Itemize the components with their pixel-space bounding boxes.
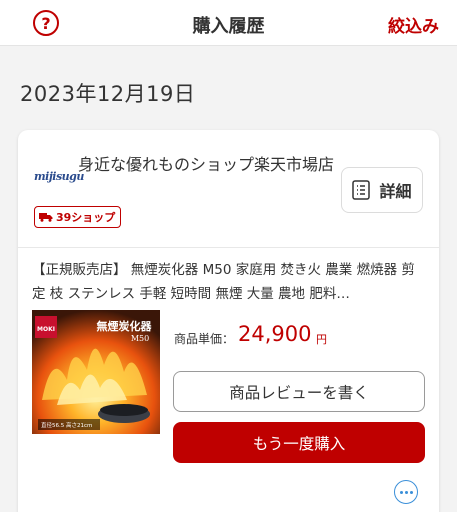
shop-logo: mijisugu bbox=[34, 165, 84, 185]
product-image-name: 無煙炭化器 bbox=[97, 319, 153, 333]
more-dot bbox=[399, 490, 403, 494]
shop-39-badge-label: 39ショップ bbox=[56, 211, 116, 224]
more-dot bbox=[409, 490, 413, 494]
product-photo: MOKI 無煙炭化器 M50 直径56.5 高さ21cm bbox=[32, 310, 160, 434]
unit-price: 24,900 bbox=[238, 322, 312, 346]
order-date: 2023年12月19日 bbox=[20, 82, 196, 106]
product-image-spec: 直径56.5 高さ21cm bbox=[41, 421, 92, 429]
product-image-brand: MOKI bbox=[37, 326, 55, 333]
buy-again-button[interactable]: もう一度購入 bbox=[173, 422, 425, 463]
truck-icon bbox=[39, 213, 53, 222]
detail-button-label: 詳細 bbox=[379, 182, 412, 201]
order-card: mijisugu 身近な優れものショップ楽天市場店 39ショップ 詳細 【正規販… bbox=[18, 130, 439, 512]
product-title[interactable]: 【正規販売店】 無煙炭化器 M50 家庭用 焚き火 農業 燃焼器 剪定 枝 ステ… bbox=[32, 258, 426, 306]
write-review-button[interactable]: 商品レビューを書く bbox=[173, 371, 425, 412]
list-document-icon bbox=[352, 180, 371, 200]
top-bar: ? 購入履歴 絞込み bbox=[0, 0, 457, 46]
unit-price-suffix: 円 bbox=[316, 333, 327, 346]
filter-button[interactable]: 絞込み bbox=[388, 12, 439, 37]
more-dots-icon[interactable] bbox=[394, 480, 418, 504]
more-dot bbox=[404, 490, 408, 494]
product-image-model: M50 bbox=[131, 334, 149, 343]
shop-39-badge: 39ショップ bbox=[34, 206, 122, 228]
shop-name[interactable]: 身近な優れものショップ楽天市場店 bbox=[78, 152, 338, 177]
card-divider bbox=[18, 247, 439, 248]
detail-button[interactable]: 詳細 bbox=[341, 167, 423, 213]
shop-logo-text: mijisugu bbox=[34, 170, 84, 183]
unit-price-label: 商品単価： bbox=[174, 332, 235, 346]
product-image[interactable]: MOKI 無煙炭化器 M50 直径56.5 高さ21cm bbox=[32, 310, 160, 434]
